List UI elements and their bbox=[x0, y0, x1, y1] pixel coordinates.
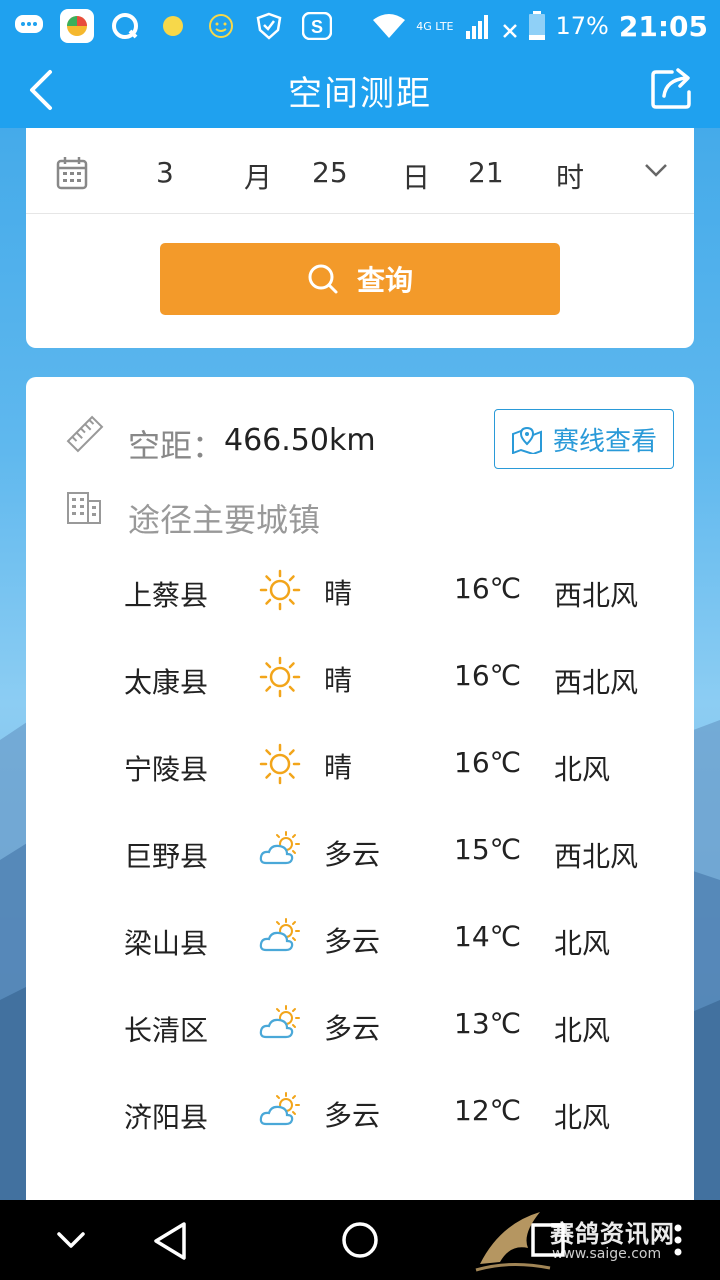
hour-unit: 时 bbox=[556, 161, 585, 194]
calendar-icon bbox=[56, 157, 88, 190]
network-type: 4G LTE bbox=[416, 19, 454, 33]
query-button-label: 查询 bbox=[356, 264, 413, 297]
cloudy-icon bbox=[259, 1005, 300, 1039]
city-name: 上蔡县 bbox=[124, 579, 209, 612]
city-weather: 晴 bbox=[324, 577, 353, 610]
city-name: 宁陵县 bbox=[124, 753, 209, 786]
city-row: 济阳县 多云 12℃ 北风 bbox=[26, 1084, 694, 1171]
distance-value: 466.50km bbox=[224, 423, 376, 458]
collapse-chevron-icon[interactable] bbox=[56, 1230, 86, 1250]
city-row: 上蔡县 晴 16℃ 西北风 bbox=[26, 562, 694, 649]
q-app-icon bbox=[108, 9, 142, 43]
watermark: 赛鸽资讯网 www.saige.com bbox=[470, 1204, 710, 1276]
city-row: 太康县 晴 16℃ 西北风 bbox=[26, 649, 694, 736]
ruler-icon bbox=[66, 415, 104, 453]
query-card: 3 月 25 日 21 时 查询 bbox=[26, 110, 694, 348]
city-wind: 北风 bbox=[554, 1101, 611, 1134]
city-name: 济阳县 bbox=[124, 1101, 209, 1134]
wifi-icon bbox=[373, 14, 406, 38]
app-store-icon bbox=[60, 9, 94, 43]
page-title: 空间测距 bbox=[288, 73, 432, 114]
result-card: 空距： 466.50km 赛线查看 途径主要城镇 上蔡县 晴 16℃ 西北风 太… bbox=[26, 377, 694, 1217]
nav-bar: 空间测距 bbox=[0, 52, 720, 128]
route-view-label: 赛线查看 bbox=[552, 426, 657, 457]
route-view-button[interactable]: 赛线查看 bbox=[494, 409, 674, 469]
city-wind: 西北风 bbox=[554, 579, 639, 612]
city-name: 太康县 bbox=[124, 666, 209, 699]
battery-percent: 17% bbox=[555, 12, 609, 40]
city-row: 长清区 多云 13℃ 北风 bbox=[26, 997, 694, 1084]
city-list: 上蔡县 晴 16℃ 西北风 太康县 晴 16℃ 西北风 宁陵县 晴 16℃ 北风… bbox=[26, 562, 694, 1171]
day-value: 25 bbox=[312, 156, 348, 189]
city-wind: 西北风 bbox=[554, 840, 639, 873]
emoji-icon bbox=[204, 9, 238, 43]
city-wind: 北风 bbox=[554, 1014, 611, 1047]
sun-icon bbox=[259, 743, 301, 785]
city-row: 宁陵县 晴 16℃ 北风 bbox=[26, 736, 694, 823]
city-row: 巨野县 多云 15℃ 西北风 bbox=[26, 823, 694, 910]
city-wind: 西北风 bbox=[554, 666, 639, 699]
city-name: 巨野县 bbox=[124, 840, 209, 873]
chat-bubble-icon bbox=[12, 9, 46, 43]
pigeon-logo bbox=[475, 1212, 551, 1272]
city-weather: 多云 bbox=[324, 1012, 381, 1045]
back-arrow-icon[interactable] bbox=[22, 66, 62, 114]
distance-label: 空距： bbox=[128, 427, 225, 465]
map-pin-icon bbox=[511, 426, 542, 454]
city-temp: 14℃ bbox=[454, 920, 522, 953]
day-unit: 日 bbox=[402, 161, 431, 194]
city-temp: 13℃ bbox=[454, 1007, 522, 1040]
watermark-title: 赛鸽资讯网 bbox=[550, 1220, 675, 1248]
home-circle-icon[interactable] bbox=[340, 1220, 380, 1260]
month-value: 3 bbox=[156, 156, 174, 189]
date-time-picker[interactable]: 3 月 25 日 21 时 bbox=[26, 130, 694, 214]
signal-icon bbox=[465, 15, 488, 39]
no-signal-icon bbox=[502, 24, 517, 38]
city-temp: 12℃ bbox=[454, 1094, 522, 1127]
yellow-dot-icon bbox=[156, 9, 190, 43]
clock-time: 21:05 bbox=[618, 9, 708, 43]
city-temp: 16℃ bbox=[454, 746, 522, 779]
city-name: 长清区 bbox=[124, 1014, 209, 1047]
battery-icon bbox=[528, 11, 545, 40]
shield-icon bbox=[252, 9, 286, 43]
towns-label: 途径主要城镇 bbox=[128, 501, 321, 539]
month-unit: 月 bbox=[244, 161, 273, 194]
cloudy-icon bbox=[259, 918, 300, 952]
cloudy-icon bbox=[259, 831, 300, 865]
search-icon bbox=[308, 264, 338, 294]
building-icon bbox=[67, 492, 101, 524]
city-weather: 晴 bbox=[324, 751, 353, 784]
status-bar: S 4G LTE 17% 21:05 bbox=[0, 0, 720, 52]
s-app-icon: S bbox=[300, 9, 334, 43]
back-triangle-icon[interactable] bbox=[150, 1220, 190, 1262]
hour-value: 21 bbox=[468, 156, 504, 189]
city-wind: 北风 bbox=[554, 927, 611, 960]
share-icon[interactable] bbox=[650, 66, 694, 110]
city-row: 梁山县 多云 14℃ 北风 bbox=[26, 910, 694, 997]
chevron-down-icon[interactable] bbox=[644, 162, 668, 178]
city-weather: 多云 bbox=[324, 838, 381, 871]
sun-icon bbox=[259, 656, 301, 698]
city-weather: 多云 bbox=[324, 1099, 381, 1132]
watermark-url: www.saige.com bbox=[552, 1246, 662, 1262]
city-temp: 15℃ bbox=[454, 833, 522, 866]
distance-row: 空距： 466.50km 赛线查看 bbox=[66, 409, 674, 473]
city-weather: 晴 bbox=[324, 664, 353, 697]
city-wind: 北风 bbox=[554, 753, 611, 786]
system-indicators: 4G LTE 17% 21:05 bbox=[372, 10, 708, 43]
city-temp: 16℃ bbox=[454, 659, 522, 692]
city-name: 梁山县 bbox=[124, 927, 209, 960]
cloudy-icon bbox=[259, 1092, 300, 1126]
city-temp: 16℃ bbox=[454, 572, 522, 605]
query-button[interactable]: 查询 bbox=[160, 243, 560, 315]
notification-icons: S bbox=[12, 9, 334, 43]
city-weather: 多云 bbox=[324, 925, 381, 958]
svg-text:S: S bbox=[311, 17, 323, 37]
sun-icon bbox=[259, 569, 301, 611]
